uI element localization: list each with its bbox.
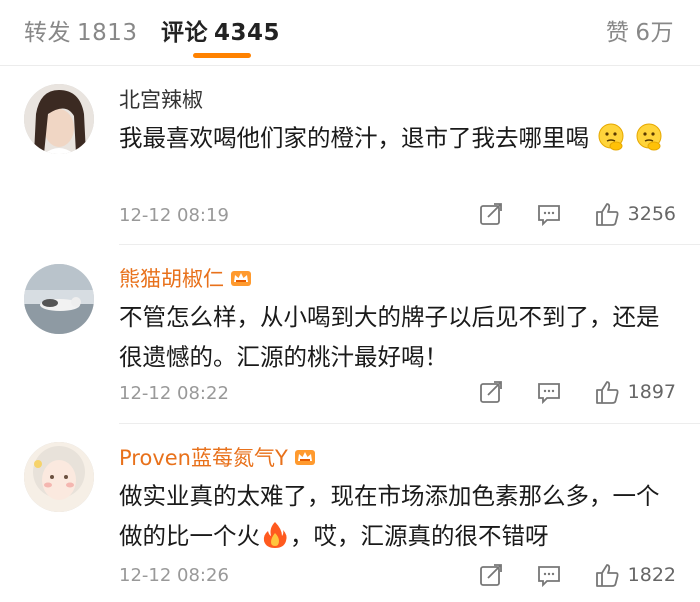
avatar[interactable]: [24, 442, 94, 512]
comment-icon[interactable]: [536, 379, 562, 405]
tab-repost-count: 1813: [77, 20, 138, 46]
thinking-emoji-icon: [636, 123, 662, 151]
avatar[interactable]: [24, 84, 94, 154]
comment-icon[interactable]: [536, 201, 562, 227]
like-icon[interactable]: [594, 562, 620, 588]
comment-time: 12-12 08:26: [119, 565, 229, 586]
comment-tabs: 转发 1813 评论 4345 赞 6万: [0, 0, 700, 66]
tab-repost[interactable]: 转发 1813: [24, 13, 138, 47]
share-icon[interactable]: [478, 201, 504, 227]
tab-comment-count: 4345: [214, 20, 281, 46]
tab-repost-label: 转发: [24, 20, 71, 46]
comment-time: 12-12 08:22: [119, 383, 229, 404]
comment-time: 12-12 08:19: [119, 205, 229, 226]
comment-text-part: ，哎，汇源真的很不错呀: [290, 522, 549, 550]
avatar[interactable]: [24, 264, 94, 334]
vip-crown-icon: [231, 271, 251, 286]
tab-like-count: 6万: [635, 20, 674, 46]
tab-like-label: 赞: [605, 20, 630, 46]
tab-comment-label: 评论: [161, 20, 208, 46]
comment-actions: 1897: [478, 377, 676, 407]
like-count: 3256: [627, 203, 676, 225]
share-icon[interactable]: [478, 379, 504, 405]
comment-actions: 3256: [478, 199, 676, 229]
like-count: 1897: [627, 381, 676, 403]
author-name[interactable]: 熊猫胡椒仁: [119, 263, 252, 293]
fire-emoji-icon: [263, 522, 287, 548]
author-name[interactable]: 北宫辣椒: [119, 84, 203, 114]
like-icon[interactable]: [594, 201, 620, 227]
author-name-text: 熊猫胡椒仁: [119, 267, 224, 291]
vip-crown-icon: [294, 450, 315, 465]
author-name-text: Proven蓝莓氮气Y: [119, 446, 288, 470]
share-icon[interactable]: [478, 562, 504, 588]
comment-text: 做实业真的太难了，现在市场添加色素那么多，一个做的比一个火 ，哎，汇源真的很不错…: [119, 476, 676, 556]
comment-icon[interactable]: [536, 562, 562, 588]
author-name[interactable]: Proven蓝莓氮气Y: [119, 442, 316, 472]
comment-text: 我最喜欢喝他们家的橙汁，退市了我去哪里喝: [119, 118, 676, 158]
like-icon[interactable]: [594, 379, 620, 405]
tab-comment[interactable]: 评论 4345: [161, 13, 280, 47]
thinking-emoji-icon: [598, 123, 624, 151]
comment-actions: 1822: [478, 560, 676, 590]
active-tab-indicator: [193, 53, 251, 58]
like-count: 1822: [627, 564, 676, 586]
comment-text: 不管怎么样，从小喝到大的牌子以后见不到了，还是很遗憾的。汇源的桃汁最好喝！: [119, 297, 676, 377]
comment-text-part: 我最喜欢喝他们家的橙汁，退市了我去哪里喝: [119, 124, 589, 152]
comment-text-part: 不管怎么样，从小喝到大的牌子以后见不到了，还是很遗憾的。汇源的桃汁最好喝！: [119, 303, 660, 371]
tab-like[interactable]: 赞 6万: [606, 13, 674, 47]
